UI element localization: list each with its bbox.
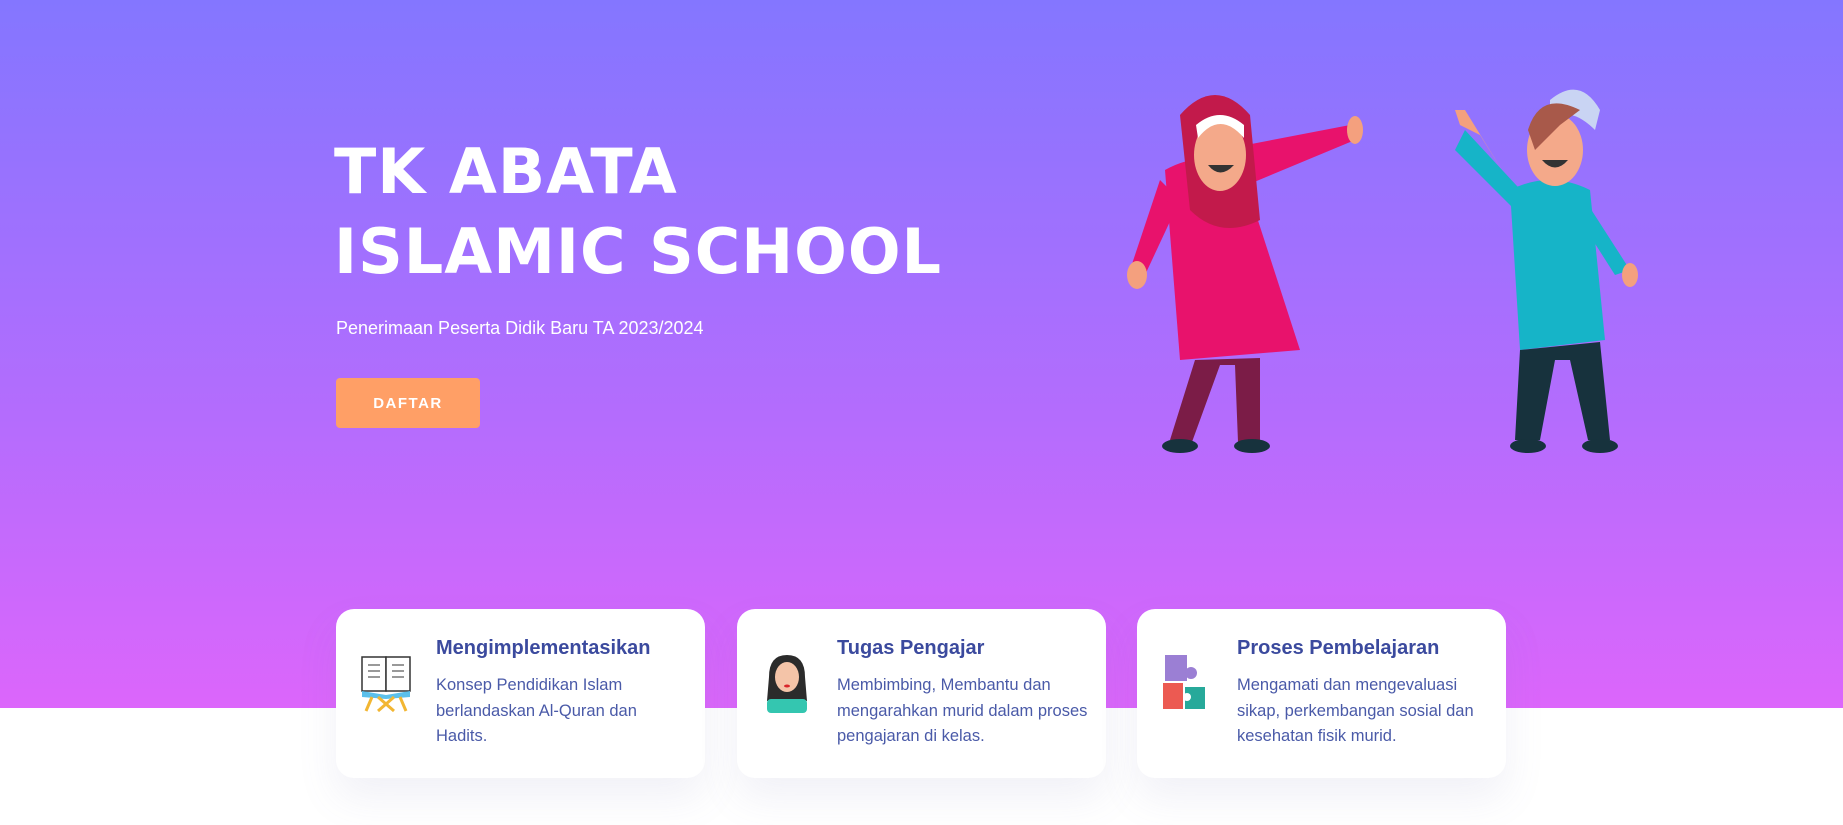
feature-title: Proses Pembelajaran	[1237, 637, 1440, 659]
feature-card-1: Mengimplementasikan Konsep Pendidikan Is…	[336, 609, 705, 778]
title-line-2: ISLAMIC SCHOOL	[334, 215, 943, 288]
feature-card-2: Tugas Pengajar Membimbing, Membantu dan …	[737, 609, 1106, 778]
hero-subtitle: Penerimaan Peserta Didik Baru TA 2023/20…	[336, 318, 704, 338]
feature-text: Konsep Pendidikan Islam berlandaskan Al-…	[436, 676, 637, 745]
quran-book-icon	[361, 656, 411, 713]
title-line-1: TK ABATA	[334, 135, 678, 208]
feature-text: Membimbing, Membantu dan mengarahkan mur…	[837, 676, 1088, 745]
daftar-button[interactable]: DAFTAR	[336, 378, 480, 428]
kids-illustration	[1127, 89, 1638, 453]
feature-title: Mengimplementasikan	[436, 637, 651, 659]
puzzle-icon	[1163, 655, 1205, 709]
hero-section: TK ABATA ISLAMIC SCHOOL Penerimaan Pesert…	[0, 0, 1843, 708]
feature-title: Tugas Pengajar	[837, 637, 985, 659]
feature-card-3: Proses Pembelajaran Mengamati dan mengev…	[1137, 609, 1506, 778]
hero-title: TK ABATA ISLAMIC SCHOOL	[334, 132, 942, 292]
teacher-hijab-icon	[767, 655, 807, 713]
feature-text: Mengamati dan mengevaluasi sikap, perkem…	[1237, 676, 1474, 745]
